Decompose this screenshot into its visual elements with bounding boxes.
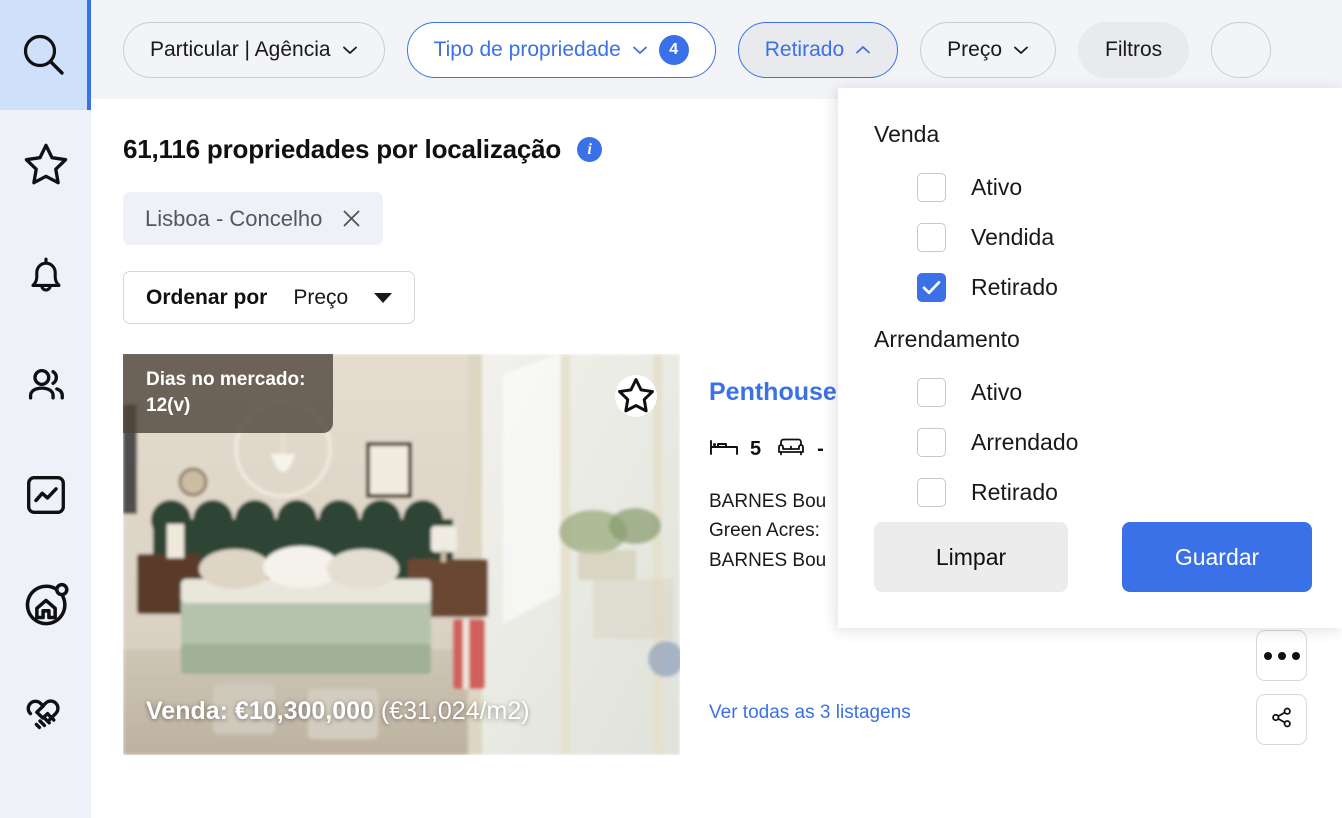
triangle-down-icon [374, 292, 393, 303]
handshake-icon [20, 689, 72, 741]
dropdown-option-label: Vendida [971, 223, 1055, 250]
dropdown-option-label: Arrendado [971, 428, 1079, 455]
filter-chip-label: Particular | Agência [150, 38, 331, 61]
checkbox[interactable] [917, 427, 946, 457]
price-per-m2: (€31,024/m2) [380, 697, 530, 725]
dropdown-option-label: Ativo [971, 378, 1023, 405]
view-all-listings-link[interactable]: Ver todas as 3 listagens [709, 702, 911, 724]
filter-chip-label: Preço [947, 38, 1002, 61]
sort-by-label: Ordenar por [146, 285, 268, 309]
chevron-down-icon [632, 46, 647, 54]
spec-bedrooms-value: 5 [750, 438, 762, 460]
filter-count-badge: 4 [658, 34, 689, 65]
dropdown-option-sale-sold[interactable]: Vendida [838, 212, 1342, 262]
chart-icon [21, 470, 71, 520]
dropdown-option-rent-active[interactable]: Ativo [838, 367, 1342, 417]
filter-chip-filters[interactable]: Filtros [1078, 21, 1190, 78]
sidebar-item-market-analytics[interactable] [0, 440, 91, 550]
app-root: Particular | Agência Tipo de propriedade… [0, 0, 1342, 818]
spec-living-rooms-value: - [817, 438, 824, 460]
more-dots-icon [1263, 651, 1300, 660]
location-chip[interactable]: Lisboa - Concelho [123, 192, 384, 245]
sort-by-value: Preço [293, 285, 349, 309]
sidebar-item-alerts[interactable] [0, 220, 91, 330]
filter-chip-status[interactable]: Retirado [737, 21, 899, 78]
property-photo[interactable]: Dias no mercado: 12(v) Venda: €10,300,00… [123, 354, 680, 755]
days-on-market-badge: Dias no mercado: 12(v) [123, 354, 333, 434]
dropdown-option-sale-withdrawn[interactable]: Retirado [838, 262, 1342, 312]
sidebar-item-contacts[interactable] [0, 330, 91, 440]
filter-chip-property-type[interactable]: Tipo de propriedade 4 [406, 21, 716, 78]
sidebar-item-favorites[interactable] [0, 110, 91, 220]
filter-chip-price[interactable]: Preço [920, 21, 1056, 78]
share-button[interactable] [1256, 694, 1307, 745]
chevron-down-icon [1014, 46, 1028, 54]
dropdown-option-label: Retirado [971, 273, 1058, 300]
spec-bedrooms: 5 [709, 436, 761, 463]
spec-living-rooms: - [776, 436, 824, 463]
filter-chip-label: Retirado [764, 38, 845, 61]
dropdown-group-title-sale: Venda [874, 121, 940, 147]
close-icon[interactable] [342, 209, 361, 228]
checkbox-checked[interactable] [917, 272, 946, 302]
filter-chip-overflow[interactable] [1211, 21, 1272, 78]
bed-icon [709, 436, 739, 463]
sofa-icon [776, 436, 806, 463]
left-nav-rail [0, 0, 91, 818]
share-icon [1269, 705, 1294, 735]
chevron-up-icon [856, 45, 871, 53]
sidebar-item-search[interactable] [0, 0, 91, 110]
search-icon [18, 29, 70, 81]
dropdown-footer: Limpar Guardar [838, 486, 1342, 628]
checkbox[interactable] [917, 172, 946, 202]
filter-chip-owner-type[interactable]: Particular | Agência [123, 21, 385, 78]
dropdown-option-sale-active[interactable]: Ativo [838, 162, 1342, 212]
info-icon[interactable]: i [577, 137, 603, 162]
sidebar-item-deals[interactable] [0, 660, 91, 770]
clear-button[interactable]: Limpar [874, 522, 1068, 592]
filter-toolbar: Particular | Agência Tipo de propriedade… [91, 0, 1342, 99]
page-title: 61,116 propriedades por localização [123, 134, 562, 164]
sort-by-dropdown[interactable]: Ordenar por Preço [123, 271, 416, 324]
favorite-button[interactable] [615, 375, 657, 417]
price-overlay: Venda: €10,300,000 (€31,024/m2) [146, 697, 530, 726]
bell-icon [22, 251, 70, 299]
people-icon [21, 360, 71, 410]
star-icon [21, 140, 71, 190]
chevron-down-icon [342, 46, 357, 54]
save-button[interactable]: Guardar [1122, 522, 1312, 592]
sidebar-item-valuation[interactable] [0, 550, 91, 660]
dropdown-group-title-rent: Arrendamento [874, 326, 1020, 352]
filter-chip-label: Tipo de propriedade [433, 38, 621, 61]
dropdown-option-label: Ativo [971, 173, 1023, 200]
checkbox[interactable] [917, 222, 946, 252]
price-main: Venda: €10,300,000 [146, 697, 374, 725]
filter-chip-label: Filtros [1105, 38, 1163, 61]
card-action-buttons [1256, 630, 1307, 745]
home-circle-icon [19, 578, 73, 632]
status-filter-dropdown: Venda Ativo Vendida Retirado Arrendament… [838, 88, 1342, 628]
dropdown-option-rent-rented[interactable]: Arrendado [838, 417, 1342, 467]
checkbox[interactable] [917, 377, 946, 407]
more-options-button[interactable] [1256, 630, 1307, 681]
location-chip-label: Lisboa - Concelho [145, 205, 323, 231]
